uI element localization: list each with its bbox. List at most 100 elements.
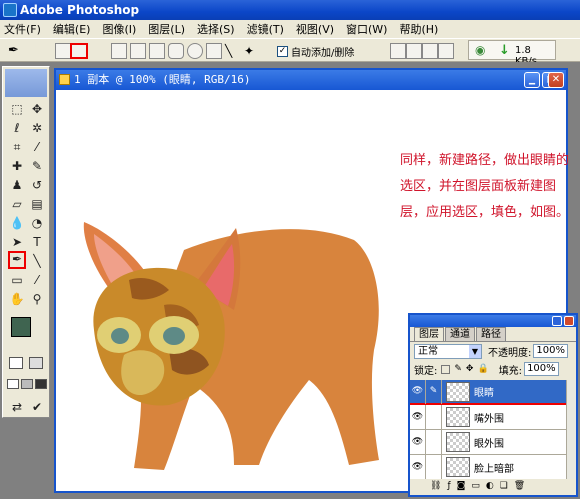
- eraser-tool-icon[interactable]: ▱: [9, 196, 25, 212]
- opacity-input[interactable]: 100%: [533, 344, 568, 358]
- magic-wand-tool-icon[interactable]: ✲: [29, 120, 45, 136]
- layer-style-icon[interactable]: ƒ: [447, 481, 450, 495]
- link-slot[interactable]: [426, 454, 442, 479]
- layers-scrollbar[interactable]: [566, 380, 576, 479]
- line-shape-icon[interactable]: ╲: [225, 43, 241, 59]
- rounded-rectangle-shape-icon[interactable]: [168, 43, 184, 59]
- screen-mode-full-icon[interactable]: [35, 379, 47, 389]
- gradient-tool-icon[interactable]: ▤: [29, 196, 45, 212]
- lock-position-icon[interactable]: ✥: [466, 364, 474, 374]
- adjustment-layer-icon[interactable]: ◐: [486, 481, 494, 495]
- layers-panel-tabs: 图层 通道 路径: [410, 327, 576, 342]
- path-combine-add-icon[interactable]: [390, 43, 406, 59]
- marquee-tool-icon[interactable]: ⬚: [9, 101, 25, 117]
- delete-layer-icon[interactable]: 🗑: [514, 481, 525, 495]
- layer-thumbnail: [446, 407, 470, 427]
- paths-mode-button[interactable]: [70, 43, 88, 59]
- pen-preset-icon[interactable]: ✒: [8, 43, 24, 59]
- notes-tool-icon[interactable]: ▭: [9, 272, 25, 288]
- screen-mode-menubar-icon[interactable]: [21, 379, 33, 389]
- history-brush-tool-icon[interactable]: ↺: [29, 177, 45, 193]
- layer-row-mouth-outline[interactable]: 👁 嘴外围: [410, 404, 566, 430]
- path-combine-intersect-icon[interactable]: [422, 43, 438, 59]
- layer-thumbnail: [446, 457, 470, 477]
- minimize-button[interactable]: ▁: [524, 72, 540, 88]
- menu-filter[interactable]: 滤镜(T): [247, 21, 284, 37]
- blur-tool-icon[interactable]: 💧: [9, 215, 25, 231]
- menu-file[interactable]: 文件(F): [4, 21, 41, 37]
- polygon-shape-icon[interactable]: [206, 43, 222, 59]
- slice-tool-icon[interactable]: ⁄: [29, 139, 45, 155]
- custom-shape-icon[interactable]: ✦: [244, 43, 260, 59]
- dodge-tool-icon[interactable]: ◔: [29, 215, 45, 231]
- quick-mask-mode-icon[interactable]: [29, 357, 43, 369]
- auto-add-delete-option[interactable]: ✓ 自动添加/删除: [277, 44, 354, 59]
- menu-select[interactable]: 选择(S): [197, 21, 235, 37]
- tab-paths[interactable]: 路径: [476, 327, 506, 341]
- crop-tool-icon[interactable]: ⌗: [9, 139, 25, 155]
- shape-layers-button[interactable]: [55, 43, 71, 59]
- close-button[interactable]: ✕: [548, 72, 564, 88]
- layer-name: 脸上暗部: [474, 463, 514, 475]
- lock-pixels-icon[interactable]: ✎: [454, 364, 462, 374]
- type-tool-icon[interactable]: T: [29, 234, 45, 250]
- zoom-tool-icon[interactable]: ⚲: [29, 291, 45, 307]
- lock-all-icon[interactable]: 🔒: [477, 364, 488, 374]
- lasso-tool-icon[interactable]: ℓ: [9, 120, 25, 136]
- clone-stamp-tool-icon[interactable]: ♟: [9, 177, 25, 193]
- new-layer-icon[interactable]: ❏: [500, 481, 508, 495]
- layer-row-eye-outline[interactable]: 👁 眼外围: [410, 429, 566, 455]
- visibility-eye-icon[interactable]: 👁: [410, 429, 426, 455]
- standard-mode-icon[interactable]: [9, 357, 23, 369]
- visibility-eye-icon[interactable]: 👁: [410, 404, 426, 430]
- blend-mode-value: 正常: [418, 345, 438, 357]
- visibility-eye-icon[interactable]: 👁: [410, 380, 426, 404]
- path-combine-subtract-icon[interactable]: [406, 43, 422, 59]
- pen-tool-option-icon[interactable]: [111, 43, 127, 59]
- brush-tool-icon[interactable]: ✎: [29, 158, 45, 174]
- blend-mode-select[interactable]: 正常 ▼: [414, 343, 482, 359]
- app-titlebar: Adobe Photoshop: [0, 0, 580, 20]
- move-tool-icon[interactable]: ✥: [29, 101, 45, 117]
- screen-mode-standard-icon[interactable]: [7, 379, 19, 389]
- ellipse-shape-icon[interactable]: [187, 43, 203, 59]
- layers-panel-close-button[interactable]: [564, 316, 574, 326]
- menu-help[interactable]: 帮助(H): [399, 21, 438, 37]
- document-icon: [59, 74, 70, 85]
- layer-mask-icon[interactable]: ◙: [457, 481, 466, 495]
- link-slot[interactable]: [426, 429, 442, 455]
- layer-row-face-shadow[interactable]: 👁 脸上暗部: [410, 454, 566, 479]
- auto-add-delete-checkbox[interactable]: ✓: [277, 46, 288, 57]
- path-selection-tool-icon[interactable]: ➤: [9, 234, 25, 250]
- layer-row-eyes[interactable]: 👁 ✎ 眼睛: [410, 380, 566, 405]
- menu-edit[interactable]: 编辑(E): [53, 21, 91, 37]
- rectangle-shape-icon[interactable]: [149, 43, 165, 59]
- lock-transparency-icon[interactable]: [441, 364, 451, 374]
- layers-panel-minimize-button[interactable]: [552, 316, 562, 326]
- hand-tool-icon[interactable]: ✋: [9, 291, 25, 307]
- healing-brush-tool-icon[interactable]: ✚: [9, 158, 25, 174]
- tab-channels[interactable]: 通道: [445, 327, 475, 341]
- menu-image[interactable]: 图像(I): [102, 21, 136, 37]
- layer-name: 眼睛: [474, 388, 494, 399]
- freeform-pen-option-icon[interactable]: [130, 43, 146, 59]
- jump-extra-icon[interactable]: ✔: [29, 399, 45, 415]
- foreground-color-swatch[interactable]: [11, 317, 31, 337]
- visibility-eye-icon[interactable]: 👁: [410, 454, 426, 479]
- menu-view[interactable]: 视图(V): [296, 21, 334, 37]
- menu-layer[interactable]: 图层(L): [148, 21, 185, 37]
- chevron-down-icon: ▼: [469, 344, 481, 358]
- link-slot[interactable]: [426, 404, 442, 430]
- instruction-text: 同样，新建路径，做出眼睛的选区，并在图层面板新建图层，应用选区，填色，如图。: [400, 153, 570, 220]
- eyedropper-tool-icon[interactable]: ⁄: [29, 272, 45, 288]
- tab-layers[interactable]: 图层: [414, 327, 444, 341]
- link-layers-icon[interactable]: ⛓: [430, 481, 441, 495]
- new-group-icon[interactable]: ▭: [471, 481, 480, 495]
- menu-window[interactable]: 窗口(W): [346, 21, 387, 37]
- fill-input[interactable]: 100%: [524, 362, 559, 376]
- jump-to-imageready-icon[interactable]: ⇄: [9, 399, 25, 415]
- path-combine-exclude-icon[interactable]: [438, 43, 454, 59]
- pen-tool-icon[interactable]: ✒: [8, 251, 26, 269]
- line-tool-icon[interactable]: ╲: [29, 253, 45, 269]
- network-speed-widget: ◉ ↓ 1.8 KB/s: [468, 40, 556, 67]
